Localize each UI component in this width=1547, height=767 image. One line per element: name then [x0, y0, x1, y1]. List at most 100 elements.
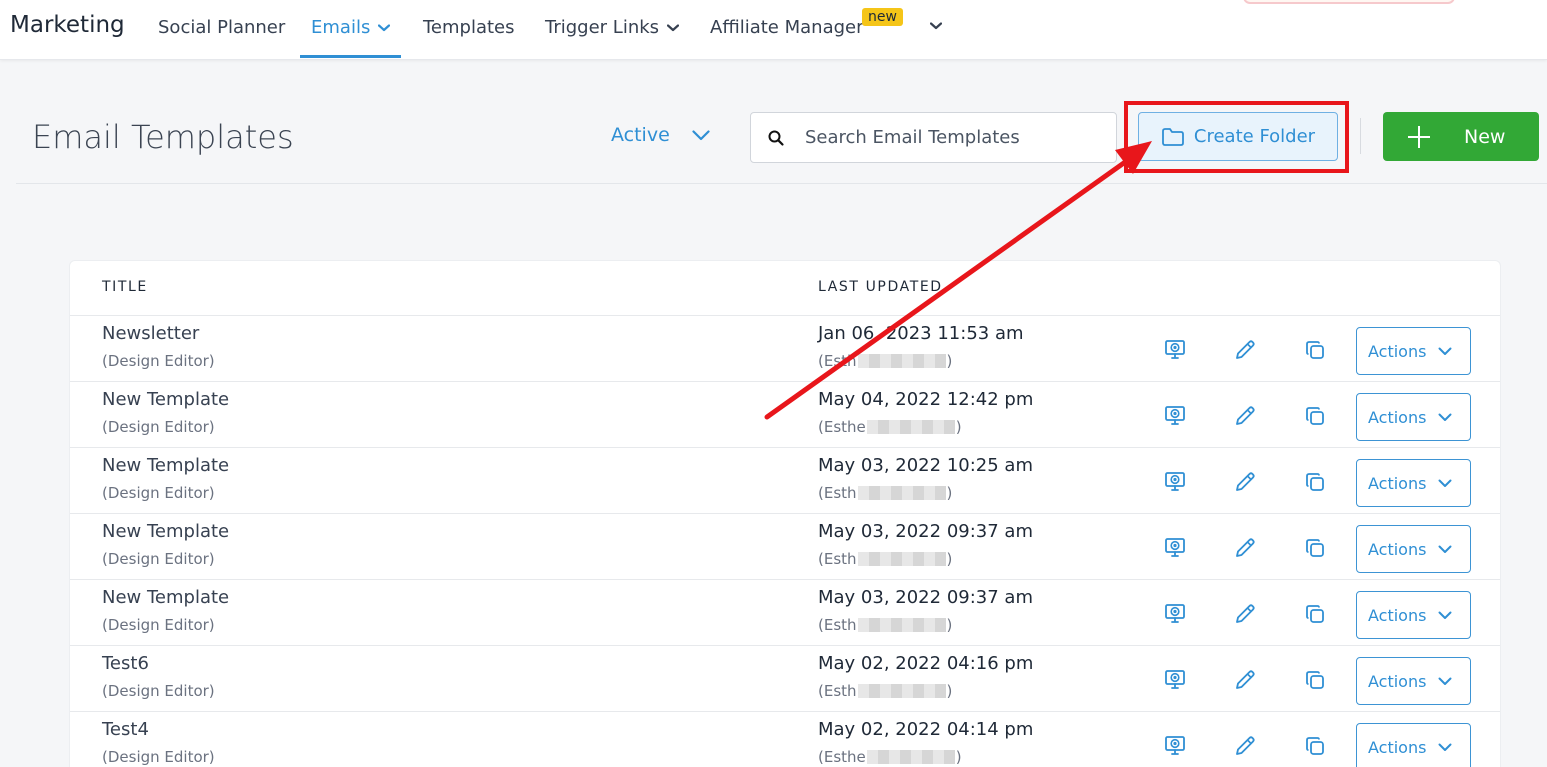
template-title[interactable]: Newsletter — [102, 323, 199, 344]
edit-icon[interactable] — [1232, 337, 1258, 363]
chevron-down-icon — [930, 22, 942, 30]
nav-templates[interactable]: Templates — [423, 17, 515, 38]
redacted-name — [857, 552, 946, 566]
template-editor-type: (Design Editor) — [102, 352, 215, 370]
chevron-down-icon — [667, 23, 680, 32]
edit-icon[interactable] — [1232, 469, 1258, 495]
last-updated-date: May 03, 2022 10:25 am — [818, 455, 1033, 476]
preview-icon[interactable] — [1162, 733, 1188, 759]
template-title[interactable]: Test4 — [102, 719, 149, 740]
updated-by-suffix: ) — [955, 748, 962, 766]
plus-icon — [1408, 125, 1430, 148]
actions-dropdown-button[interactable]: Actions — [1356, 723, 1471, 767]
nav-trigger-links[interactable]: Trigger Links — [545, 17, 680, 38]
actions-label: Actions — [1368, 671, 1427, 691]
template-editor-type: (Design Editor) — [102, 682, 215, 700]
last-updated-date: May 03, 2022 09:37 am — [818, 521, 1033, 542]
chevron-down-icon — [1438, 347, 1452, 356]
edit-icon[interactable] — [1232, 601, 1258, 627]
new-template-button[interactable]: New — [1383, 112, 1539, 161]
template-title[interactable]: New Template — [102, 455, 229, 476]
updated-by-suffix: ) — [946, 352, 953, 370]
duplicate-icon[interactable] — [1302, 469, 1328, 495]
updated-by: (Esth) — [818, 682, 952, 700]
actions-dropdown-button[interactable]: Actions — [1356, 327, 1471, 375]
actions-dropdown-button[interactable]: Actions — [1356, 393, 1471, 441]
nav-label: Affiliate Manager — [710, 17, 864, 38]
template-title[interactable]: New Template — [102, 521, 229, 542]
updated-by-prefix: (Esth — [818, 616, 857, 634]
edit-icon[interactable] — [1232, 733, 1258, 759]
column-header-title[interactable]: TITLE — [102, 279, 148, 295]
duplicate-icon[interactable] — [1302, 403, 1328, 429]
updated-by-prefix: (Esth — [818, 682, 857, 700]
top-promo-pill[interactable] — [1243, 0, 1455, 4]
chevron-down-icon — [1438, 479, 1452, 488]
table-row[interactable]: New Template (Design Editor) May 03, 2022 … — [70, 447, 1500, 513]
table-row[interactable]: New Template (Design Editor) May 04, 2022 … — [70, 381, 1500, 447]
nav-affiliate-manager[interactable]: Affiliate Manager — [710, 17, 864, 38]
search-box[interactable] — [750, 112, 1117, 163]
actions-dropdown-button[interactable]: Actions — [1356, 459, 1471, 507]
updated-by-suffix: ) — [946, 550, 953, 568]
nav-more-button[interactable] — [930, 22, 942, 30]
preview-icon[interactable] — [1162, 535, 1188, 561]
nav-label: Templates — [423, 17, 515, 38]
redacted-name — [857, 354, 946, 368]
edit-icon[interactable] — [1232, 667, 1258, 693]
new-button-label: New — [1464, 125, 1506, 148]
preview-icon[interactable] — [1162, 667, 1188, 693]
status-filter-dropdown[interactable]: Active — [611, 124, 710, 146]
duplicate-icon[interactable] — [1302, 601, 1328, 627]
preview-icon[interactable] — [1162, 601, 1188, 627]
table-row[interactable]: Test4 (Design Editor) May 02, 2022 04:14 p… — [70, 711, 1500, 767]
updated-by-suffix: ) — [955, 418, 962, 436]
column-header-last-updated[interactable]: LAST UPDATED — [818, 279, 943, 295]
duplicate-icon[interactable] — [1302, 733, 1328, 759]
template-title[interactable]: New Template — [102, 587, 229, 608]
actions-label: Actions — [1368, 473, 1427, 493]
table-row[interactable]: New Template (Design Editor) May 03, 2022 … — [70, 513, 1500, 579]
duplicate-icon[interactable] — [1302, 535, 1328, 561]
template-title[interactable]: Test6 — [102, 653, 149, 674]
updated-by: (Esthe) — [818, 748, 962, 766]
toolbar-divider-line — [16, 183, 1547, 184]
duplicate-icon[interactable] — [1302, 667, 1328, 693]
actions-dropdown-button[interactable]: Actions — [1356, 657, 1471, 705]
table-row[interactable]: Newsletter (Design Editor) Jan 06, 2023 11… — [70, 315, 1500, 381]
preview-icon[interactable] — [1162, 337, 1188, 363]
actions-dropdown-button[interactable]: Actions — [1356, 591, 1471, 639]
last-updated-date: Jan 06, 2023 11:53 am — [818, 323, 1024, 344]
table-row[interactable]: New Template (Design Editor) May 03, 2022 … — [70, 579, 1500, 645]
annotation-highlight-box — [1124, 101, 1349, 173]
actions-label: Actions — [1368, 605, 1427, 625]
last-updated-date: May 04, 2022 12:42 pm — [818, 389, 1034, 410]
search-icon — [767, 129, 785, 147]
search-input[interactable] — [805, 127, 1105, 148]
preview-icon[interactable] — [1162, 403, 1188, 429]
preview-icon[interactable] — [1162, 469, 1188, 495]
template-editor-type: (Design Editor) — [102, 616, 215, 634]
updated-by-prefix: (Esth — [818, 550, 857, 568]
updated-by: (Esth) — [818, 352, 952, 370]
duplicate-icon[interactable] — [1302, 337, 1328, 363]
redacted-name — [857, 618, 946, 632]
toolbar-divider — [1360, 118, 1361, 154]
updated-by-suffix: ) — [946, 682, 953, 700]
redacted-name — [857, 684, 946, 698]
page-title: Email Templates — [32, 118, 294, 156]
table-row[interactable]: Test6 (Design Editor) May 02, 2022 04:16 p… — [70, 645, 1500, 711]
template-editor-type: (Design Editor) — [102, 484, 215, 502]
actions-dropdown-button[interactable]: Actions — [1356, 525, 1471, 573]
app-brand: Marketing — [10, 12, 125, 38]
redacted-name — [857, 486, 946, 500]
nav-label: Social Planner — [158, 17, 286, 38]
edit-icon[interactable] — [1232, 535, 1258, 561]
nav-label: Emails — [311, 17, 371, 38]
nav-emails[interactable]: Emails — [311, 17, 391, 38]
nav-social-planner[interactable]: Social Planner — [158, 17, 285, 38]
new-badge: new — [862, 8, 903, 26]
edit-icon[interactable] — [1232, 403, 1258, 429]
template-title[interactable]: New Template — [102, 389, 229, 410]
updated-by-prefix: (Esth — [818, 484, 857, 502]
